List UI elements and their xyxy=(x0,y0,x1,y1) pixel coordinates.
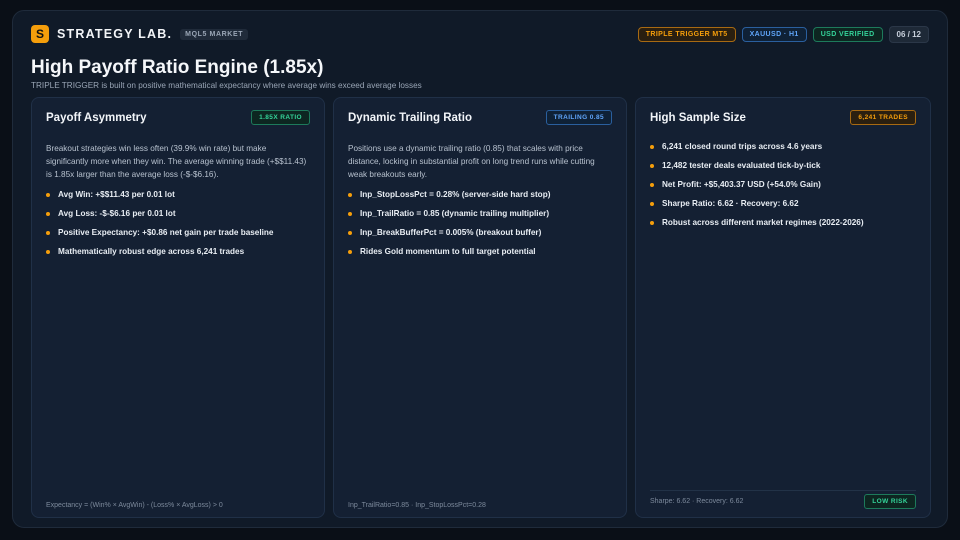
bullet-list: Inp_StopLossPct = 0.28% (server-side har… xyxy=(348,190,614,266)
card-footer: Expectancy = (Win% × AvgWin) - (Loss% × … xyxy=(46,502,310,509)
bullet-list: Avg Win: +$$11.43 per 0.01 lot Avg Loss:… xyxy=(46,190,312,266)
list-item: Robust across different market regimes (… xyxy=(650,218,918,237)
top-bar: S STRATEGY LAB. MQL5 MARKET TRIPLE TRIGG… xyxy=(31,23,929,45)
page-title: High Payoff Ratio Engine (1.85x) xyxy=(31,57,324,78)
card-dynamic-trailing: Dynamic Trailing Ratio TRAILING 0.85 Pos… xyxy=(333,97,627,518)
bullet-dot-icon xyxy=(46,193,50,197)
card-badge: 6,241 TRADES xyxy=(850,110,916,125)
risk-badge: LOW RISK xyxy=(864,494,916,509)
card-title: High Sample Size xyxy=(650,111,746,124)
list-item: 6,241 closed round trips across 4.6 year… xyxy=(650,142,918,161)
page-subtitle: TRIPLE TRIGGER is built on positive math… xyxy=(31,81,422,90)
bullet-dot-icon xyxy=(46,250,50,254)
list-item: Avg Win: +$$11.43 per 0.01 lot xyxy=(46,190,312,209)
card-high-sample-size: High Sample Size 6,241 TRADES 6,241 clos… xyxy=(635,97,931,518)
footer-stats: Sharpe: 6.62 · Recovery: 6.62 xyxy=(650,498,744,505)
pill-verified: USD VERIFIED xyxy=(812,26,883,42)
brand-name: STRATEGY LAB. xyxy=(57,27,173,41)
card-footer: Sharpe: 6.62 · Recovery: 6.62 LOW RISK xyxy=(650,494,916,509)
bullet-dot-icon xyxy=(46,212,50,216)
list-item: Rides Gold momentum to full target poten… xyxy=(348,247,614,266)
top-pills: TRIPLE TRIGGER MT5 XAUUSD · H1 USD VERIF… xyxy=(637,25,929,43)
footer-divider xyxy=(650,490,916,491)
list-item: Inp_StopLossPct = 0.28% (server-side har… xyxy=(348,190,614,209)
list-item: 12,482 tester deals evaluated tick-by-ti… xyxy=(650,161,918,180)
list-item: Sharpe Ratio: 6.62 · Recovery: 6.62 xyxy=(650,199,918,218)
bullet-list: 6,241 closed round trips across 4.6 year… xyxy=(650,142,918,237)
card-header: High Sample Size 6,241 TRADES xyxy=(650,110,916,125)
bullet-dot-icon xyxy=(650,145,654,149)
bullet-dot-icon xyxy=(650,183,654,187)
bullet-dot-icon xyxy=(348,231,352,235)
card-description: Positions use a dynamic trailing ratio (… xyxy=(348,144,595,179)
footer-params: Inp_TrailRatio=0.85 · Inp_StopLossPct=0.… xyxy=(348,502,486,509)
bullet-dot-icon xyxy=(650,164,654,168)
card-title: Dynamic Trailing Ratio xyxy=(348,111,472,124)
card-description: Breakout strategies win less often (39.9… xyxy=(46,144,307,179)
bullet-dot-icon xyxy=(348,212,352,216)
list-item: Inp_TrailRatio = 0.85 (dynamic trailing … xyxy=(348,209,614,228)
card-badge: 1.85X RATIO xyxy=(251,110,310,125)
list-item: Inp_BreakBufferPct = 0.005% (breakout bu… xyxy=(348,228,614,247)
list-item: Mathematically robust edge across 6,241 … xyxy=(46,247,312,266)
card-payoff-asymmetry: Payoff Asymmetry 1.85X RATIO Breakout st… xyxy=(31,97,325,518)
page-counter: 06 / 12 xyxy=(888,25,929,43)
bullet-dot-icon xyxy=(650,221,654,225)
bullet-dot-icon xyxy=(348,193,352,197)
bullet-dot-icon xyxy=(650,202,654,206)
brand-tag: MQL5 MARKET xyxy=(180,28,249,40)
list-item: Net Profit: +$5,403.37 USD (+54.0% Gain) xyxy=(650,180,918,199)
pill-strategy: TRIPLE TRIGGER MT5 xyxy=(637,26,736,42)
list-item: Positive Expectancy: +$0.86 net gain per… xyxy=(46,228,312,247)
card-badge: TRAILING 0.85 xyxy=(545,110,612,125)
card-footer: Inp_TrailRatio=0.85 · Inp_StopLossPct=0.… xyxy=(348,502,612,509)
bullet-dot-icon xyxy=(348,250,352,254)
list-item: Avg Loss: -$-$6.16 per 0.01 lot xyxy=(46,209,312,228)
pill-symbol: XAUUSD · H1 xyxy=(741,26,807,42)
card-title: Payoff Asymmetry xyxy=(46,111,147,124)
slide-frame: S STRATEGY LAB. MQL5 MARKET TRIPLE TRIGG… xyxy=(12,10,948,528)
logo-icon: S xyxy=(31,25,49,43)
card-header: Dynamic Trailing Ratio TRAILING 0.85 xyxy=(348,110,612,125)
bullet-dot-icon xyxy=(46,231,50,235)
card-header: Payoff Asymmetry 1.85X RATIO xyxy=(46,110,310,125)
footer-formula: Expectancy = (Win% × AvgWin) - (Loss% × … xyxy=(46,502,223,509)
